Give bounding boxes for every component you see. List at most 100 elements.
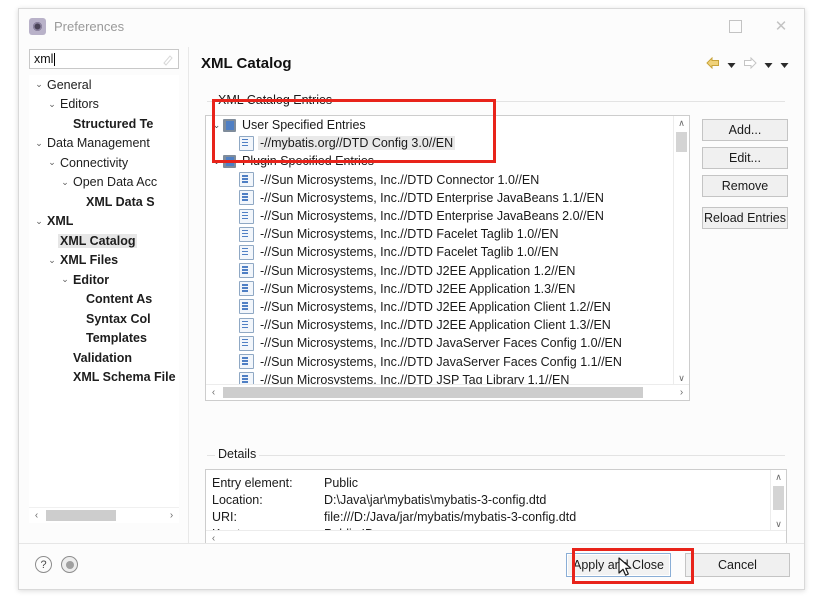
sidebar-item-validation[interactable]: Validation [29, 348, 179, 368]
sidebar-item-label: Structured Te [73, 116, 154, 131]
dtd-entry-icon [239, 281, 254, 297]
detail-row: Location: D:\Java\jar\mybatis\mybatis-3-c… [212, 491, 786, 508]
sidebar-item-xml-data-s[interactable]: XML Data S [29, 192, 179, 212]
add-button[interactable]: Add... [702, 119, 788, 141]
sidebar-item-xml-catalog[interactable]: XML Catalog [29, 231, 179, 251]
detail-value: file:///D:/Java/jar/mybatis/mybatis-3-co… [324, 509, 577, 524]
restore-defaults-icon[interactable] [61, 556, 78, 573]
preference-tree[interactable]: ⌄ General ⌄ Editors Structured Te ⌄ Data Manag… [29, 75, 179, 523]
sidebar-item-general[interactable]: ⌄ General [29, 75, 179, 95]
details-vertical-scrollbar[interactable]: ∧ ∨ [770, 470, 786, 531]
sidebar-item-templates[interactable]: Templates [29, 329, 179, 349]
dtd-entry-icon [239, 135, 254, 151]
catalog-entry-row[interactable]: -//Sun Microsystems, Inc.//DTD J2EE Appl… [206, 280, 673, 298]
sidebar-item-label: Validation [73, 350, 133, 365]
sidebar-item-xml-files[interactable]: ⌄ XML Files [29, 251, 179, 271]
close-button[interactable]: ✕ [758, 9, 804, 43]
sidebar-scroll-track[interactable] [44, 509, 164, 522]
entries-scroll-thumb[interactable] [676, 132, 687, 152]
entries-scroll-right-arrow[interactable]: › [674, 387, 689, 398]
catalog-entry-row[interactable]: -//Sun Microsystems, Inc.//DTD Facelet T… [206, 243, 673, 261]
entries-scroll-up-arrow[interactable]: ∧ [674, 116, 689, 130]
chevron-down-icon[interactable]: ⌄ [46, 255, 58, 265]
cancel-button[interactable]: Cancel [685, 553, 790, 577]
entries-hscroll-thumb[interactable] [223, 387, 643, 398]
xml-catalog-entries-list[interactable]: ⌄ User Specified Entries -//mybatis.org//D… [205, 115, 690, 401]
chevron-down-icon[interactable]: ⌄ [59, 177, 71, 187]
sidebar-item-connectivity[interactable]: ⌄ Connectivity [29, 153, 179, 173]
forward-arrow-icon[interactable] [743, 56, 757, 72]
catalog-entry-row[interactable]: -//Sun Microsystems, Inc.//DTD Enterpris… [206, 189, 673, 207]
details-scroll-thumb[interactable] [773, 486, 784, 510]
catalog-entry-row[interactable]: -//Sun Microsystems, Inc.//DTD Facelet T… [206, 225, 673, 243]
sidebar-item-open-data-acc[interactable]: ⌄ Open Data Acc [29, 173, 179, 193]
chevron-down-icon[interactable]: ⌄ [33, 216, 45, 226]
sidebar-item-content-as[interactable]: Content As [29, 290, 179, 310]
chevron-down-icon[interactable]: ⌄ [46, 158, 58, 167]
sidebar-item-label: General [47, 77, 92, 92]
catalog-entry-row[interactable]: -//Sun Microsystems, Inc.//DTD J2EE Appl… [206, 262, 673, 280]
catalog-entry-row[interactable]: -//Sun Microsystems, Inc.//DTD JSP Tag L… [206, 371, 673, 384]
chevron-down-icon[interactable]: ⌄ [33, 138, 45, 148]
scroll-left-arrow[interactable]: ‹ [29, 510, 44, 521]
chevron-down-icon[interactable]: ⌄ [33, 80, 45, 89]
entries-hscroll-track[interactable] [221, 386, 674, 399]
catalog-entry-row[interactable]: -//Sun Microsystems, Inc.//DTD J2EE Appl… [206, 316, 673, 334]
catalog-entry-row[interactable]: -//Sun Microsystems, Inc.//DTD JavaServe… [206, 334, 673, 352]
catalog-entry-row[interactable]: -//Sun Microsystems, Inc.//DTD J2EE Appl… [206, 298, 673, 316]
scroll-right-arrow[interactable]: › [164, 510, 179, 521]
sidebar-item-editor[interactable]: ⌄ Editor [29, 270, 179, 290]
catalog-entry-row[interactable]: -//mybatis.org//DTD Config 3.0//EN [206, 134, 673, 152]
sidebar-item-editors[interactable]: ⌄ Editors [29, 95, 179, 115]
title-bar: Preferences ✕ [19, 9, 804, 43]
sidebar-item-label: Syntax Col [86, 311, 151, 326]
catalog-group-row[interactable]: ⌄ Plugin Specified Entries [206, 152, 673, 170]
catalog-entry-row[interactable]: -//Sun Microsystems, Inc.//DTD Enterpris… [206, 207, 673, 225]
dtd-entry-icon [239, 208, 254, 224]
chevron-down-icon[interactable]: ⌄ [210, 120, 223, 130]
details-scroll-up-arrow[interactable]: ∧ [771, 470, 786, 484]
catalog-row-label: Plugin Specified Entries [242, 154, 375, 169]
entries-vertical-scrollbar[interactable]: ∧ ∨ [673, 116, 689, 385]
footer-icon-group: ? [35, 556, 78, 573]
pane-divider[interactable] [188, 47, 189, 543]
catalog-entry-row[interactable]: -//Sun Microsystems, Inc.//DTD JavaServe… [206, 352, 673, 370]
back-arrow-icon[interactable] [706, 56, 720, 72]
window-title: Preferences [54, 18, 125, 34]
dtd-entry-icon [239, 172, 254, 188]
filter-input[interactable]: xml [29, 49, 179, 69]
sidebar-item-structured-te[interactable]: Structured Te [29, 114, 179, 134]
clear-filter-icon[interactable] [162, 54, 174, 66]
chevron-down-icon[interactable]: ⌄ [59, 275, 71, 284]
dtd-entry-icon [239, 299, 254, 315]
sidebar-horizontal-scrollbar[interactable]: ‹ › [29, 507, 179, 523]
maximize-button[interactable] [712, 9, 758, 43]
back-menu-chevron-down-icon[interactable] [727, 58, 736, 72]
catalog-row-label: -//Sun Microsystems, Inc.//DTD J2EE Appl… [260, 299, 611, 314]
sidebar-item-label: XML [47, 214, 74, 229]
catalog-row-label: -//Sun Microsystems, Inc.//DTD JSP Tag L… [260, 372, 570, 384]
entries-horizontal-scrollbar[interactable]: ‹ › [206, 384, 689, 400]
chevron-down-icon[interactable]: ⌄ [46, 99, 58, 109]
apply-and-close-button[interactable]: Apply and Close [566, 553, 671, 577]
details-scroll-down-arrow[interactable]: ∨ [771, 517, 786, 531]
sidebar-item-label: Connectivity [60, 155, 129, 170]
view-menu-chevron-down-icon[interactable] [780, 58, 789, 72]
forward-menu-chevron-down-icon[interactable] [764, 58, 773, 72]
help-icon[interactable]: ? [35, 556, 52, 573]
catalog-group-row[interactable]: ⌄ User Specified Entries [206, 116, 673, 134]
catalog-row-label: -//Sun Microsystems, Inc.//DTD Connector… [260, 172, 540, 187]
catalog-entry-row[interactable]: -//Sun Microsystems, Inc.//DTD Connector… [206, 171, 673, 189]
entries-scroll-down-arrow[interactable]: ∨ [674, 371, 689, 385]
sidebar-item-xml-schema-file[interactable]: XML Schema File [29, 368, 179, 388]
dtd-entry-icon [239, 190, 254, 206]
entries-scroll-left-arrow[interactable]: ‹ [206, 387, 221, 398]
reload-entries-button[interactable]: Reload Entries [702, 207, 788, 229]
sidebar-scroll-thumb[interactable] [46, 510, 116, 521]
remove-button[interactable]: Remove [702, 175, 788, 197]
sidebar-item-data-management[interactable]: ⌄ Data Management [29, 134, 179, 154]
edit-button[interactable]: Edit... [702, 147, 788, 169]
sidebar-item-xml[interactable]: ⌄ XML [29, 212, 179, 232]
chevron-down-icon[interactable]: ⌄ [210, 156, 223, 166]
sidebar-item-syntax-col[interactable]: Syntax Col [29, 309, 179, 329]
